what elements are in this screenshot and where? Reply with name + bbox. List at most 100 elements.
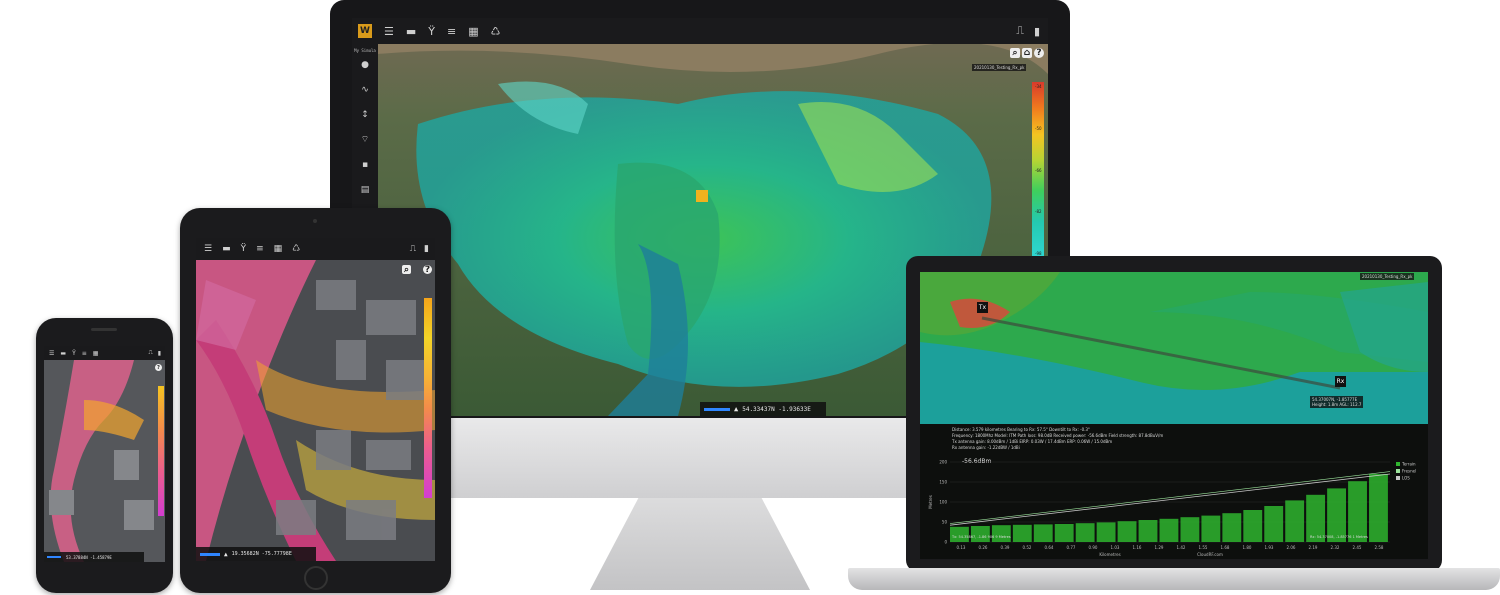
terrain-bar [1138,520,1158,542]
legend-swatch [1396,469,1400,473]
opacity-slider[interactable] [704,407,730,411]
phone-speaker [91,328,117,331]
book-icon[interactable]: ▮ [424,244,429,254]
opacity-slider[interactable] [47,556,61,558]
terrain-bar [1285,500,1305,542]
home-icon[interactable]: ⌂ [1022,48,1032,58]
chart-footer: CloudRF.com [1197,552,1223,557]
document-icon[interactable]: ▤ [361,186,370,195]
x-tick-label: 2.06 [1287,545,1296,550]
app-logo-icon[interactable]: W [358,24,372,38]
database-icon[interactable]: ≡ [256,244,264,254]
terrain-bar [991,525,1011,542]
menu-icon[interactable]: ☰ [204,244,212,254]
phone-coord-bar: 53.37884N -1.45879E [44,552,144,562]
grid-icon[interactable]: ▦ [93,350,99,357]
x-tick-label: 1.29 [1155,545,1164,550]
rx-tooltip: 54.37007N, -1.85777E Height: 1.8m AGL: 1… [1310,396,1364,408]
arrows-icon[interactable]: ↕ [361,111,369,120]
help-icon[interactable]: ? [155,364,162,371]
zoom-icon[interactable]: ⌕ [402,265,411,275]
wifi-icon[interactable]: ⌔ [361,136,369,145]
grid-icon[interactable]: ▦ [274,244,283,254]
terrain-bar [1096,522,1116,542]
legend-tick: -34 [1035,84,1042,89]
book-icon[interactable]: ▮ [1034,25,1040,38]
x-tick-label: 0.77 [1067,545,1076,550]
tablet-map[interactable] [196,260,435,561]
door-icon[interactable]: ⎍ [410,244,416,254]
rx-marker[interactable]: Rx [1335,376,1346,387]
terrain-bar [1201,515,1221,542]
database-icon[interactable]: ≡ [82,350,87,357]
terrain-bar [1159,518,1179,542]
ruler-icon[interactable]: ▬ [60,350,66,357]
x-tick-label: 0.26 [979,545,988,550]
tablet-coord-bar: ▲ 19.35682N -75.77798E [196,547,316,561]
opacity-slider[interactable] [200,552,220,556]
tablet-home-button[interactable] [304,566,328,590]
door-icon[interactable]: ⎍ [1016,24,1024,38]
layer-label[interactable]: 20210130_Testing_Rx_pk [972,64,1027,71]
antenna-icon[interactable]: Ϋ [241,244,247,254]
monitor-stand [590,498,810,590]
x-tick-label: 1.55 [1199,545,1208,550]
door-icon[interactable]: ⎍ [148,349,152,357]
help-icon[interactable]: ? [1034,48,1044,58]
menu-icon[interactable]: ☰ [49,350,54,357]
terrain-bar [1369,474,1388,542]
profile-info-line: Frequency: 1800Mhz Model: ITM Path loss:… [952,433,1164,438]
tablet-device: ☰ ▬ Ϋ ≡ ▦ ♺ ⎍ ▮ ⌕ ? ▲ 19.35682N -75.7779… [180,208,451,593]
antenna-icon[interactable]: Ϋ [428,25,435,38]
coordinates: 53.37884N -1.45879E [66,554,112,560]
terrain-bar [1054,524,1074,542]
recycle-icon[interactable]: ♺ [292,244,300,254]
x-tick-label: 1.68 [1221,545,1230,550]
terrain-bar [1348,481,1367,542]
x-tick-label: 2.19 [1309,545,1318,550]
monitor-toolbar: W ☰ ▬ Ϋ ≡ ▦ ♺ ⎍ ▮ [352,18,1048,44]
ruler-icon[interactable]: ▬ [406,25,416,38]
wave-icon[interactable]: ∿ [361,86,369,95]
tx-note: Tx: 54.35867, -1.86 906 9 Metres [951,535,1011,539]
recycle-icon[interactable]: ♺ [491,25,501,38]
grid-icon[interactable]: ▦ [468,25,478,38]
tablet-toolbar: ☰ ▬ Ϋ ≡ ▦ ♺ ⎍ ▮ [196,238,435,260]
book-icon[interactable]: ▮ [158,350,161,357]
file-icon[interactable]: ▪ [362,161,368,170]
legend-swatch [1396,476,1400,480]
legend-tick: -50 [1035,125,1042,131]
antenna-icon[interactable]: Ϋ [72,350,76,357]
transmitter-marker[interactable] [696,190,708,202]
phone-toolbar: ☰ ▬ Ϋ ≡ ▦ ⎍ ▮ [44,346,165,360]
y-tick-label: 100 [939,500,947,505]
x-tick-label: 0.90 [1089,545,1098,550]
search-box[interactable]: My Simula [354,48,376,53]
help-icon[interactable]: ? [423,265,432,275]
y-tick-label: 50 [942,520,948,525]
phone-map[interactable] [44,360,165,562]
signal-legend [424,298,432,498]
tx-marker[interactable]: Tx [977,302,988,313]
laptop-screen: Tx Rx 54.37007N, -1.85777E Height: 1.8m … [920,272,1428,559]
x-tick-label: 2.32 [1331,545,1340,550]
menu-icon[interactable]: ☰ [384,25,394,38]
coordinates: 54.33437N -1.93633E [742,405,811,413]
zoom-icon[interactable]: ⌕ [1010,48,1020,58]
database-icon[interactable]: ≡ [447,25,456,38]
profile-info-line: Tx antenna gain: 8.00dBm / 1dBi EIRP: 0.… [952,439,1113,444]
y-tick-label: 200 [939,460,947,465]
warning-icon: ▲ [224,550,228,558]
layer-label[interactable]: 20210130_Testing_Rx_pk [1360,273,1415,280]
rx-note: Rx: 54.37008, -1.85776 1 Metres [1310,535,1368,539]
ruler-icon[interactable]: ▬ [222,244,231,254]
y-axis-label: Metres [928,495,933,509]
marker-icon[interactable]: ● [361,61,369,70]
path-profile-panel: Distance: 3.579 kilometres Bearing to Rx… [920,424,1428,559]
x-axis-label: Kilometres [1099,552,1120,557]
x-tick-label: 2.58 [1375,545,1384,550]
y-tick-label: 0 [944,540,947,545]
x-tick-label: 2.45 [1353,545,1362,550]
x-tick-label: 0.64 [1045,545,1054,550]
x-tick-label: 0.52 [1023,545,1032,550]
